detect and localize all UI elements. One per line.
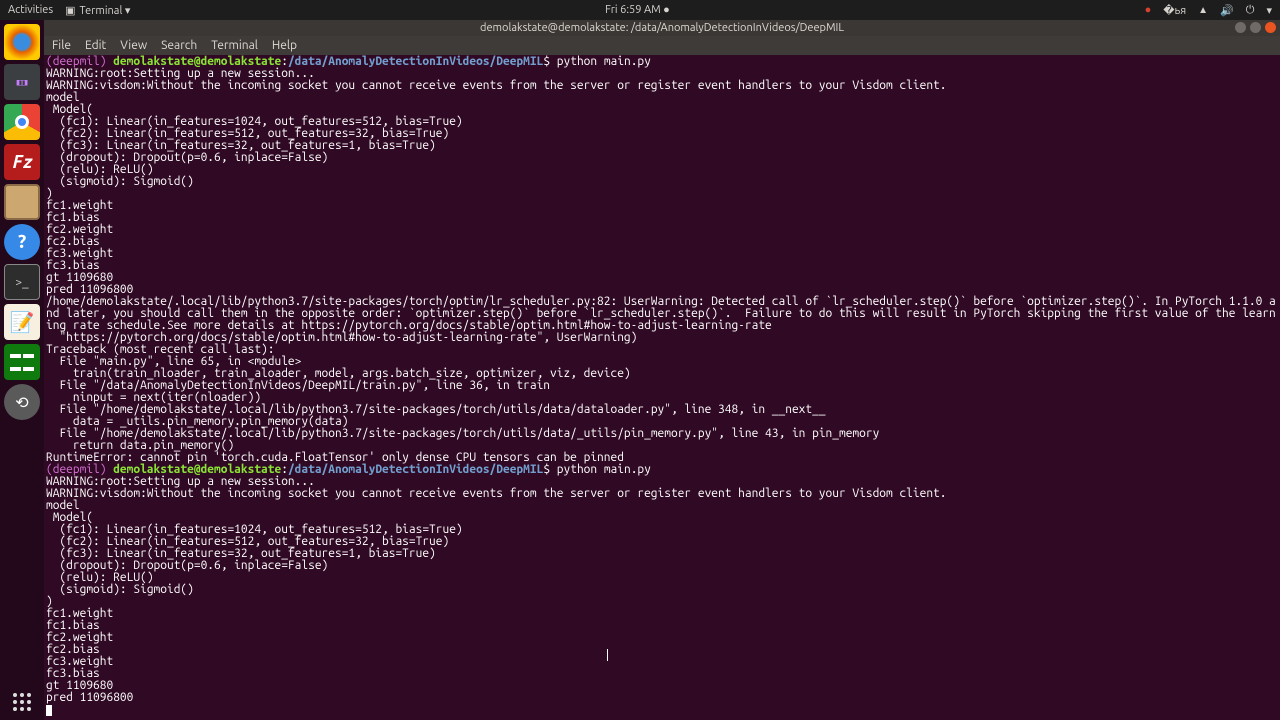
close-button[interactable] (1265, 22, 1276, 33)
output-line: pred 11096800 (46, 691, 133, 704)
window-title: demolakstate@demolakstate: /data/Anomaly… (480, 22, 844, 34)
app-menu-label: Terminal ▾ (80, 4, 131, 17)
window-titlebar[interactable]: demolakstate@demolakstate: /data/Anomaly… (44, 20, 1280, 36)
clock[interactable]: Fri 6:59 AM ● (605, 4, 670, 16)
record-indicator-icon: ● (1145, 4, 1152, 16)
terminal-window: demolakstate@demolakstate: /data/Anomaly… (44, 20, 1280, 720)
minimize-button[interactable] (1235, 22, 1246, 33)
dock-files[interactable] (4, 184, 40, 220)
power-icon[interactable]: ⏻ (1246, 4, 1255, 17)
dock-terminal[interactable]: >_ (4, 264, 40, 300)
menu-terminal[interactable]: Terminal (211, 39, 258, 52)
menu-search[interactable]: Search (161, 39, 197, 52)
terminal-output[interactable]: (deepmil) demolakstate@demolakstate:/dat… (44, 55, 1280, 720)
mouse-text-cursor (607, 649, 608, 661)
dock-filezilla[interactable]: Fz (4, 144, 40, 180)
menu-file[interactable]: File (52, 39, 71, 52)
dock-help[interactable]: ? (4, 224, 40, 260)
network-icon[interactable]: �ья (1163, 4, 1186, 17)
output-line: WARNING:visdom:Without the incoming sock… (46, 79, 947, 92)
gnome-topbar: Activities ▣ Terminal ▾ Fri 6:59 AM ● ● … (0, 0, 1280, 20)
command: python main.py (557, 55, 651, 68)
dock-calc[interactable] (4, 344, 40, 380)
menu-edit[interactable]: Edit (85, 39, 106, 52)
output-line: (sigmoid): Sigmoid() (46, 583, 194, 596)
wifi-icon[interactable]: ▲ (1198, 4, 1208, 16)
dock-ide[interactable]: ◧◨ (4, 64, 40, 100)
prompt-path: /data/AnomalyDetectionInVideos/DeepMIL (288, 55, 543, 68)
dock-gedit[interactable]: 📝 (4, 304, 40, 340)
menubar: File Edit View Search Terminal Help (44, 36, 1280, 55)
menu-view[interactable]: View (120, 39, 147, 52)
activities-button[interactable]: Activities (8, 4, 53, 16)
prompt-path: /data/AnomalyDetectionInVideos/DeepMIL (288, 463, 543, 476)
volume-icon[interactable]: 🔊 (1220, 4, 1234, 17)
app-menu[interactable]: ▣ Terminal ▾ (65, 4, 130, 17)
maximize-button[interactable] (1250, 22, 1261, 33)
menu-help[interactable]: Help (272, 39, 297, 52)
dock-apps[interactable] (4, 684, 40, 720)
dock-updater[interactable]: ⟲ (4, 384, 40, 420)
caret-down-icon[interactable]: ▾ (1266, 4, 1272, 17)
terminal-cursor (46, 705, 52, 716)
output-line: (sigmoid): Sigmoid() (46, 175, 194, 188)
dock: ◧◨ Fz ? >_ 📝 ⟲ (0, 20, 44, 720)
command: python main.py (557, 463, 651, 476)
output-line: WARNING:visdom:Without the incoming sock… (46, 487, 947, 500)
dock-chrome[interactable] (4, 104, 40, 140)
output-line: /home/demolakstate/.local/lib/python3.7/… (46, 295, 1276, 332)
dock-firefox[interactable] (4, 24, 40, 60)
terminal-icon: ▣ (65, 4, 75, 17)
